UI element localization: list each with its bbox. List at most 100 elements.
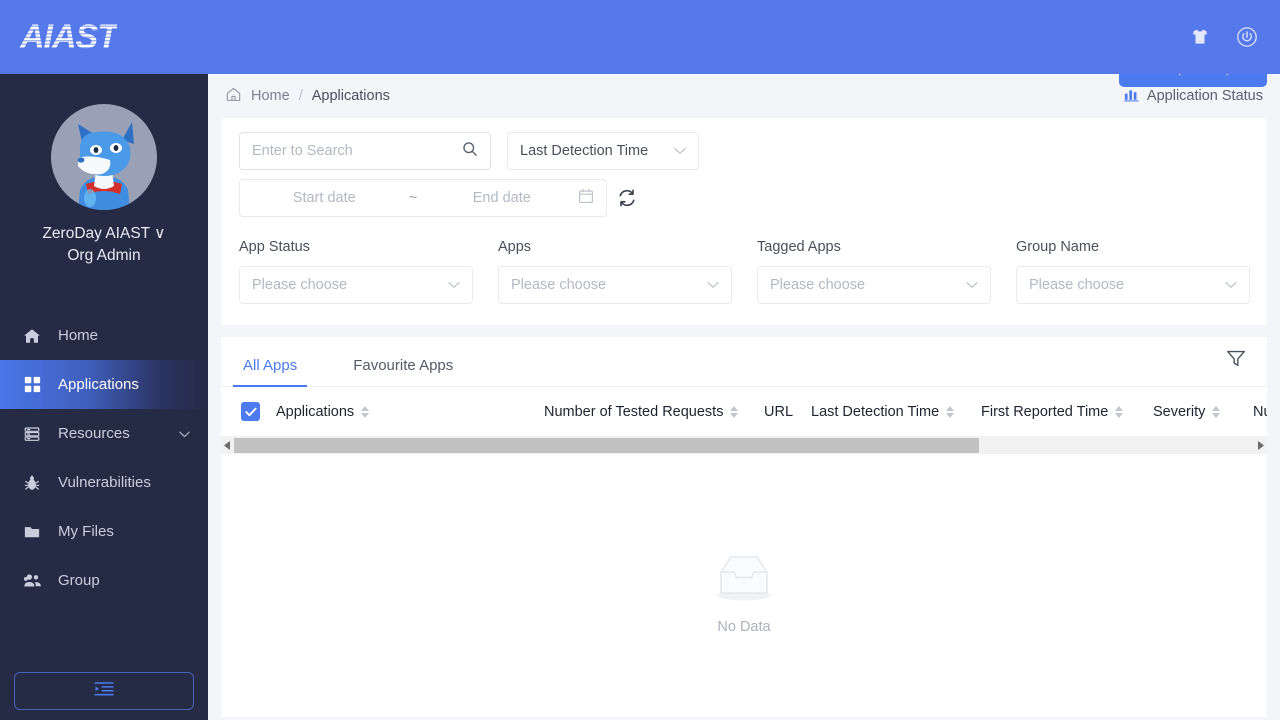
tab-favourite-apps[interactable]: Favourite Apps — [351, 357, 455, 386]
power-logout-icon[interactable] — [1236, 26, 1258, 48]
sidebar-item-label: Home — [58, 327, 99, 344]
sort-toggle-icon[interactable] — [1115, 405, 1124, 418]
scrollbar-track[interactable] — [234, 437, 1254, 454]
select-placeholder: Please choose — [511, 277, 607, 293]
export-report-button[interactable]: Export Report — [1119, 74, 1267, 87]
folder-icon — [22, 523, 42, 541]
grid-apps-icon — [22, 376, 42, 393]
avatar[interactable] — [51, 104, 157, 210]
home-outline-icon[interactable] — [225, 86, 242, 107]
scrollbar-thumb[interactable] — [234, 438, 979, 453]
search-icon[interactable] — [462, 141, 478, 162]
sidebar-user-role: Org Admin — [67, 247, 141, 264]
breadcrumb-home[interactable]: Home — [251, 88, 290, 104]
chevron-down-icon — [966, 277, 978, 293]
avatar-fox-icon — [77, 122, 134, 210]
sidebar-item-label: My Files — [58, 523, 114, 540]
chevron-down-icon — [448, 277, 460, 293]
app-status-select[interactable]: Please choose — [239, 266, 473, 304]
column-header-truncated[interactable]: Nu — [1253, 404, 1267, 420]
column-header-applications[interactable]: Applications — [276, 404, 544, 420]
select-placeholder: Please choose — [252, 277, 348, 293]
search-box[interactable] — [239, 132, 491, 170]
sort-field-select[interactable]: Last Detection Time — [507, 132, 699, 170]
end-date-input[interactable]: End date — [430, 190, 574, 206]
filter-group-tagged-apps: Tagged Apps Please choose — [757, 239, 991, 304]
user-name-chevron-down-icon: ∨ — [154, 225, 166, 242]
filter-group-app-status: App Status Please choose — [239, 239, 473, 304]
chevron-down-icon — [707, 277, 719, 293]
application-status-link[interactable]: Application Status — [1124, 87, 1263, 106]
filter-label: Tagged Apps — [757, 239, 841, 255]
date-range-picker[interactable]: Start date ~ End date — [239, 179, 607, 217]
sidebar-item-my-files[interactable]: My Files — [0, 507, 208, 556]
column-header-severity[interactable]: Severity — [1153, 404, 1253, 420]
sidebar-item-group[interactable]: Group — [0, 556, 208, 605]
sidebar-item-applications[interactable]: Applications — [0, 360, 208, 409]
filter-label: Group Name — [1016, 239, 1100, 255]
scroll-left-arrow-icon[interactable] — [221, 441, 234, 450]
sidebar-item-label: Applications — [58, 376, 139, 393]
application-status-label: Application Status — [1146, 88, 1263, 104]
sidebar-item-label: Group — [58, 572, 100, 589]
scroll-right-arrow-icon[interactable] — [1254, 441, 1267, 450]
tab-label: All Apps — [243, 357, 298, 374]
tab-label: Favourite Apps — [353, 357, 454, 374]
applications-table-card: All Apps Favourite Apps Applications Num… — [221, 337, 1267, 717]
export-report-label: Export Report — [1161, 74, 1250, 76]
empty-state-text: No Data — [717, 618, 771, 635]
breadcrumb-current: Applications — [311, 88, 390, 104]
chevron-down-icon — [674, 143, 686, 159]
top-header-bar: AIAST — [0, 0, 1280, 74]
sort-toggle-icon[interactable] — [730, 405, 739, 418]
filter-panel: Export Report Last Detection Time — [221, 74, 1267, 325]
sidebar-item-home[interactable]: Home — [0, 311, 208, 360]
group-name-select[interactable]: Please choose — [1016, 266, 1250, 304]
start-date-input[interactable]: Start date — [252, 190, 396, 206]
users-group-icon — [22, 572, 42, 590]
column-header-tested-requests[interactable]: Number of Tested Requests — [544, 404, 764, 420]
sidebar-item-resources[interactable]: Resources — [0, 409, 208, 458]
search-row: Last Detection Time — [239, 132, 1249, 170]
apps-select[interactable]: Please choose — [498, 266, 732, 304]
bar-chart-icon — [1124, 87, 1140, 106]
chevron-down-icon — [179, 425, 190, 442]
column-header-first-reported-time[interactable]: First Reported Time — [981, 404, 1153, 420]
select-all-checkbox[interactable] — [241, 402, 260, 421]
tabs-row: All Apps Favourite Apps — [221, 337, 1267, 387]
sidebar-nav: Home Applications Resources Vulnerabilit… — [0, 311, 208, 605]
empty-state: No Data — [221, 454, 1267, 720]
filter-group-apps: Apps Please choose — [498, 239, 732, 304]
tab-all-apps[interactable]: All Apps — [232, 357, 308, 387]
filter-group-group-name: Group Name Please choose — [1016, 239, 1250, 304]
sort-toggle-icon[interactable] — [946, 405, 955, 418]
breadcrumb-separator: / — [298, 88, 303, 104]
breadcrumb-row: Home / Applications Application Status — [221, 74, 1267, 118]
horizontal-scrollbar[interactable] — [221, 437, 1267, 454]
date-range-row: Start date ~ End date — [239, 179, 1249, 217]
column-header-last-detection-time[interactable]: Last Detection Time — [811, 404, 981, 420]
header-icon-group — [1190, 26, 1258, 48]
sort-toggle-icon[interactable] — [361, 405, 370, 418]
refresh-icon[interactable] — [617, 188, 637, 208]
home-icon — [22, 327, 42, 345]
main-content: Home / Applications Application Status E… — [208, 74, 1280, 720]
column-label: Last Detection Time — [811, 403, 940, 420]
search-input[interactable] — [252, 143, 462, 159]
app-logo: AIAST — [16, 20, 118, 54]
select-placeholder: Please choose — [770, 277, 866, 293]
column-label: First Reported Time — [981, 403, 1109, 420]
select-placeholder: Please choose — [1029, 277, 1125, 293]
skin-tshirt-icon[interactable] — [1190, 27, 1210, 47]
funnel-filter-icon[interactable] — [1225, 347, 1247, 374]
collapse-sidebar-button[interactable] — [14, 672, 194, 710]
sidebar-user-name[interactable]: ZeroDay AIAST ∨ — [0, 224, 208, 243]
user-name-text: ZeroDay AIAST — [42, 225, 150, 242]
sort-toggle-icon[interactable] — [1212, 405, 1221, 418]
export-arrow-icon — [1135, 74, 1152, 79]
server-stack-icon — [22, 425, 42, 443]
sidebar-item-vulnerabilities[interactable]: Vulnerabilities — [0, 458, 208, 507]
tagged-apps-select[interactable]: Please choose — [757, 266, 991, 304]
menu-indent-icon — [94, 681, 114, 702]
column-label: Severity — [1153, 403, 1206, 420]
